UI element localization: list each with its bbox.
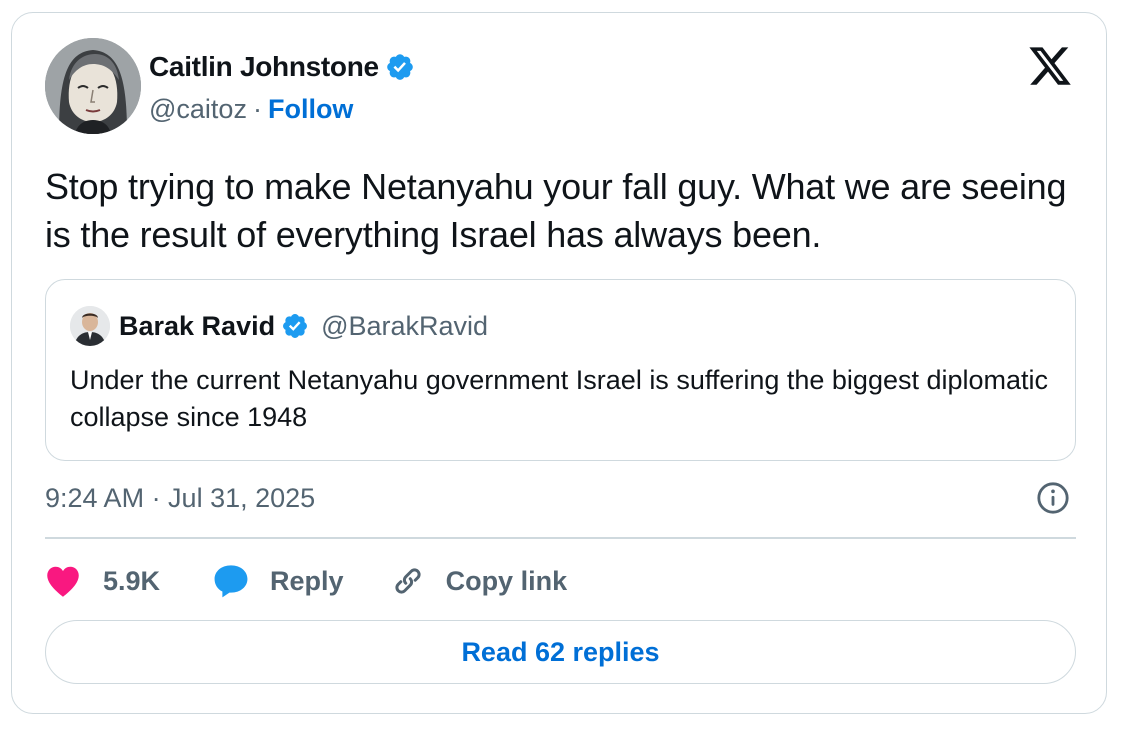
tweet-timestamp[interactable]: 9:24 AM · Jul 31, 2025: [45, 480, 315, 516]
author-name-row: Caitlin Johnstone: [149, 47, 415, 87]
author-name[interactable]: Caitlin Johnstone: [149, 51, 379, 83]
quoted-author-handle: @BarakRavid: [321, 310, 489, 341]
copy-link-button[interactable]: Copy link: [390, 563, 568, 599]
read-replies-label: Read 62 replies: [461, 636, 660, 667]
reply-button[interactable]: Reply: [212, 563, 344, 599]
verified-badge-icon: [386, 54, 413, 80]
divider: [45, 537, 1076, 539]
reply-label: Reply: [270, 565, 344, 596]
tweet-actions: 5.9K Reply Copy link: [45, 559, 567, 603]
tweet-embed-card: Caitlin Johnstone @caitoz · Follow Stop …: [11, 12, 1107, 714]
quoted-tweet[interactable]: Barak Ravid @BarakRavid Under the curren…: [45, 279, 1076, 461]
author-handle-row: @caitoz · Follow: [149, 91, 353, 127]
info-icon[interactable]: [1036, 481, 1070, 515]
author-avatar-image: [45, 38, 141, 134]
author-avatar[interactable]: [45, 38, 141, 134]
quoted-author-name: Barak Ravid: [119, 310, 276, 341]
separator-dot: ·: [252, 93, 262, 124]
quoted-author-avatar-image: [70, 306, 110, 346]
tweet-text: Stop trying to make Netanyahu your fall …: [45, 166, 1067, 255]
read-replies-button[interactable]: Read 62 replies: [45, 620, 1076, 684]
follow-button[interactable]: Follow: [268, 94, 353, 125]
quoted-tweet-text: Under the current Netanyahu government I…: [70, 365, 1049, 432]
verified-badge-icon: [283, 314, 308, 338]
author-handle[interactable]: @caitoz: [149, 94, 247, 125]
like-button[interactable]: 5.9K: [45, 564, 160, 598]
copy-link-label: Copy link: [445, 565, 568, 596]
quoted-author-avatar: [70, 306, 110, 346]
quoted-author-row: Barak Ravid @BarakRavid: [119, 306, 488, 346]
heart-icon: [47, 566, 79, 597]
link-icon: [394, 568, 421, 594]
like-count: 5.9K: [103, 565, 161, 596]
x-logo-icon[interactable]: [1026, 43, 1074, 89]
speech-bubble-icon: [214, 565, 248, 598]
